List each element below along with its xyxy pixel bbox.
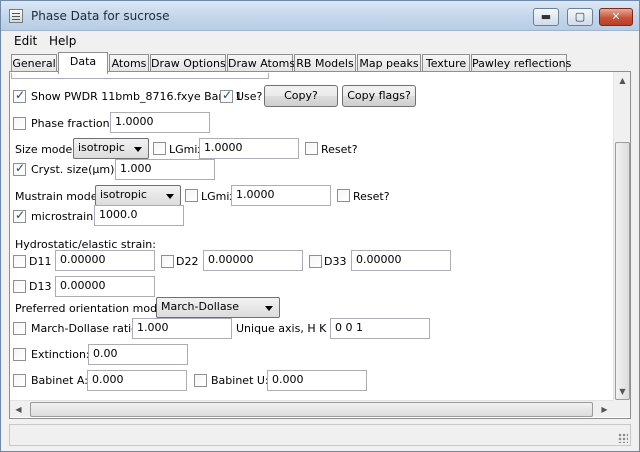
phase-fraction-field[interactable]: 1.0000 [110, 112, 210, 133]
mustrain-model-dropdown[interactable]: isotropic [95, 185, 181, 206]
minimize-icon: ▬ [540, 10, 552, 23]
show-pwdr-checkbox[interactable] [13, 88, 26, 103]
app-icon [9, 9, 23, 23]
horizontal-scroll-thumb[interactable] [30, 402, 593, 417]
babinet-u-field[interactable]: 0.000 [267, 370, 367, 391]
d13-label: D13 [29, 280, 52, 293]
vertical-scrollbar[interactable]: ▲ ▼ [613, 72, 630, 400]
phase-fraction-label: Phase fraction: [31, 117, 114, 130]
status-bar [9, 424, 631, 446]
d22-field[interactable]: 0.00000 [203, 250, 303, 271]
cryst-size-checkbox[interactable] [13, 161, 26, 176]
d22-checkbox[interactable] [161, 255, 174, 268]
d33-label: D33 [324, 255, 347, 268]
mustrain-model-value: isotropic [100, 188, 147, 201]
horizontal-scrollbar[interactable]: ◀ ▶ [10, 400, 613, 417]
close-button[interactable]: ✕ [599, 8, 633, 26]
babinet-a-field[interactable]: 0.000 [87, 370, 187, 391]
microstrain-field[interactable]: 1000.0 [94, 205, 184, 226]
show-pwdr-label: Show PWDR 11bmb_8716.fxye Bank 1 [31, 90, 243, 103]
babinet-a-checkbox[interactable] [13, 374, 26, 387]
maximize-icon: ▢ [574, 10, 586, 23]
d11-label: D11 [29, 255, 52, 268]
babinet-u-checkbox[interactable] [194, 374, 207, 387]
copy-button[interactable]: Copy? [264, 85, 338, 107]
scroll-left-icon[interactable]: ◀ [10, 401, 27, 418]
pref-orient-dropdown[interactable]: March-Dollase [156, 297, 280, 318]
menu-help[interactable]: Help [49, 34, 76, 48]
d22-label: D22 [176, 255, 199, 268]
main-window: Phase Data for sucrose ▬ ▢ ✕ Edit Help G… [0, 0, 640, 452]
size-lgmix-checkbox[interactable] [153, 142, 166, 155]
size-reset-checkbox[interactable] [305, 142, 318, 155]
size-reset-label: Reset? [321, 143, 358, 156]
extinction-checkbox[interactable] [13, 348, 26, 361]
cryst-size-field[interactable]: 1.000 [115, 159, 215, 180]
close-icon: ✕ [611, 10, 621, 23]
mustrain-model-label: Mustrain model: [15, 190, 105, 203]
mustrain-reset-checkbox[interactable] [337, 189, 350, 202]
extinction-field[interactable]: 0.00 [88, 344, 188, 365]
extinction-label: Extinction: [31, 348, 90, 361]
babinet-u-label: Babinet U: [211, 374, 269, 387]
mustrain-reset-label: Reset? [353, 190, 390, 203]
tab-bar: General Data Atoms Draw Options Draw Ato… [9, 52, 631, 74]
march-dollase-field[interactable]: 1.000 [132, 318, 232, 339]
size-lgmix-field[interactable]: 1.0000 [199, 138, 299, 159]
mustrain-lgmix-checkbox[interactable] [185, 189, 198, 202]
march-dollase-label: March-Dollase ratio: [31, 322, 142, 335]
unique-axis-field[interactable]: 0 0 1 [330, 318, 430, 339]
maximize-button[interactable]: ▢ [567, 8, 593, 26]
title-bar[interactable]: Phase Data for sucrose ▬ ▢ ✕ [1, 1, 639, 31]
tab-data[interactable]: Data [58, 52, 108, 74]
use-checkbox[interactable] [220, 88, 233, 103]
vertical-scroll-thumb[interactable] [615, 142, 630, 400]
size-model-value: isotropic [78, 141, 125, 154]
use-label: Use? [236, 90, 263, 103]
d11-checkbox[interactable] [13, 255, 26, 268]
mustrain-lgmix-field[interactable]: 1.0000 [231, 185, 331, 206]
copy-flags-button[interactable]: Copy flags? [342, 85, 416, 107]
partial-field [11, 73, 269, 79]
size-model-dropdown[interactable]: isotropic [73, 138, 149, 159]
cryst-size-label: Cryst. size(μm): [31, 163, 119, 176]
scroll-down-icon[interactable]: ▼ [614, 383, 631, 400]
unique-axis-label: Unique axis, H K L: [236, 322, 340, 335]
scrollbar-corner [613, 400, 630, 417]
march-dollase-checkbox[interactable] [13, 322, 26, 335]
menu-bar: Edit Help [1, 32, 639, 50]
scroll-right-icon[interactable]: ▶ [596, 401, 613, 418]
chevron-down-icon [166, 194, 174, 199]
d13-field[interactable]: 0.00000 [55, 276, 155, 297]
d13-checkbox[interactable] [13, 280, 26, 293]
phase-fraction-checkbox[interactable] [13, 117, 26, 130]
d11-field[interactable]: 0.00000 [55, 250, 155, 271]
babinet-a-label: Babinet A: [31, 374, 88, 387]
window-title: Phase Data for sucrose [31, 9, 170, 23]
menu-edit[interactable]: Edit [14, 34, 37, 48]
chevron-down-icon [265, 306, 273, 311]
microstrain-label: microstrain: [31, 210, 97, 223]
resize-grip-icon[interactable] [618, 433, 628, 443]
size-model-label: Size model: [15, 143, 80, 156]
d33-checkbox[interactable] [309, 255, 322, 268]
chevron-down-icon [134, 147, 142, 152]
d33-field[interactable]: 0.00000 [351, 250, 451, 271]
minimize-button[interactable]: ▬ [533, 8, 559, 26]
pref-orient-label: Preferred orientation model [15, 302, 167, 315]
scroll-up-icon[interactable]: ▲ [614, 72, 631, 89]
pref-orient-value: March-Dollase [161, 300, 240, 313]
microstrain-checkbox[interactable] [13, 208, 26, 223]
